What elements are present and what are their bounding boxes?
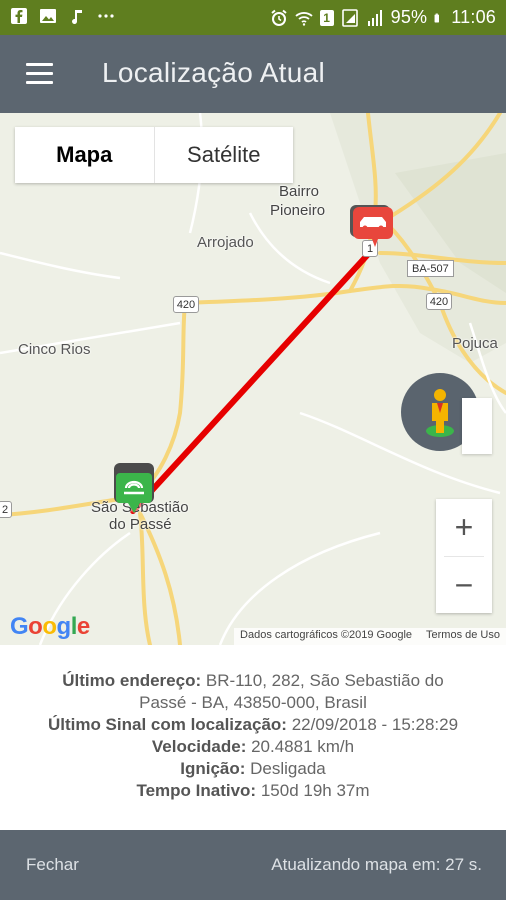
map-type-satellite-button[interactable]: Satélite <box>155 127 294 183</box>
road-shield: 420 <box>173 296 199 313</box>
bottom-bar: Fechar Atualizando mapa em: 27 s. <box>0 830 506 900</box>
music-icon <box>72 10 82 24</box>
place-label: Pojuca <box>452 335 498 352</box>
sim-slot-badge: 1 <box>319 9 334 26</box>
google-logo: Google <box>10 613 90 640</box>
clock: 11:06 <box>451 7 496 27</box>
refresh-countdown: Atualizando mapa em: 27 s. <box>271 855 482 874</box>
map-type-toggle: Mapa Satélite <box>15 127 293 183</box>
last-signal-row: Último Sinal com localização: 22/09/2018… <box>0 714 506 736</box>
place-label: Bairro <box>279 183 320 200</box>
notification-icons <box>10 7 115 25</box>
road-shield: 420 <box>426 293 452 310</box>
place-label: Pioneiro <box>270 202 326 219</box>
facebook-icon <box>11 8 27 24</box>
terms-link[interactable]: Termos de Uso <box>426 629 500 644</box>
idle-time-value: 150d 19h 37m <box>260 781 370 800</box>
photo-icon <box>40 9 56 23</box>
last-signal-value: 22/09/2018 - 15:28:29 <box>291 715 459 734</box>
wifi-calling-icon <box>295 11 313 26</box>
last-address-row-continued: Passé - BA, 43850-000, Brasil <box>0 692 506 714</box>
speed-value: 20.4881 km/h <box>251 737 355 756</box>
map-attribution: Dados cartográficos ©2019 Google Termos … <box>234 628 506 645</box>
more-icon <box>98 14 114 18</box>
system-icons: 1 95% 11:06 <box>270 7 496 28</box>
speed-label: Velocidade: <box>151 737 247 756</box>
map-view[interactable]: Mapa Satélite Bairro Pioneiro Arrojado C… <box>0 113 506 645</box>
sim-icon <box>341 8 358 27</box>
last-address-value-continued: Passé - BA, 43850-000, Brasil <box>139 693 367 712</box>
signal-icon <box>367 9 382 26</box>
hamburger-menu-icon[interactable] <box>26 63 54 85</box>
attribution-text: Dados cartográficos ©2019 Google <box>240 629 413 641</box>
vehicle-info-panel: Último endereço: BR-110, 282, São Sebast… <box>0 645 506 830</box>
ignition-row: Ignição: Desligada <box>0 758 506 780</box>
page-title: Localização Atual <box>102 57 326 88</box>
road-shield: BA-507 <box>407 260 454 277</box>
speed-row: Velocidade: 20.4881 km/h <box>0 736 506 758</box>
place-label: Cinco Rios <box>18 341 91 358</box>
signal-marker-icon[interactable] <box>112 463 156 519</box>
road-shield: 2 <box>0 501 12 518</box>
zoom-controls: + − <box>436 499 492 613</box>
ignition-label: Ignição: <box>180 759 246 778</box>
last-signal-label: Último Sinal com localização: <box>47 715 287 734</box>
vehicle-marker-icon[interactable] <box>348 203 394 249</box>
zoom-out-button[interactable]: − <box>436 557 492 614</box>
ignition-value: Desligada <box>250 759 326 778</box>
idle-time-label: Tempo Inativo: <box>136 781 257 800</box>
last-address-value: BR-110, 282, São Sebastião do <box>205 671 444 690</box>
battery-percentage: 95% <box>390 7 428 27</box>
last-address-label: Último endereço: <box>62 671 202 690</box>
app-bar: Localização Atual <box>0 35 506 113</box>
last-address-row: Último endereço: BR-110, 282, São Sebast… <box>0 670 506 692</box>
layers-button[interactable] <box>462 398 492 454</box>
close-button[interactable]: Fechar <box>26 855 79 875</box>
alarm-icon <box>271 9 287 26</box>
battery-icon <box>434 13 440 22</box>
idle-time-row: Tempo Inativo: 150d 19h 37m <box>0 780 506 802</box>
status-bar: 1 95% 11:06 <box>0 0 506 35</box>
place-label: Arrojado <box>197 234 254 251</box>
zoom-in-button[interactable]: + <box>436 499 492 556</box>
map-type-map-button[interactable]: Mapa <box>15 127 155 183</box>
